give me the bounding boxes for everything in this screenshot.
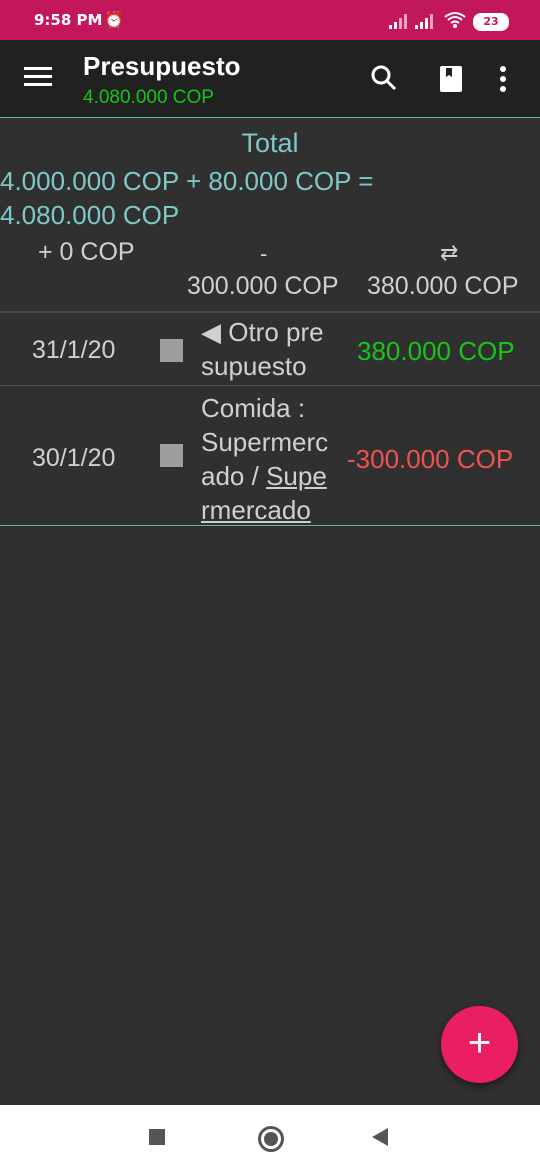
transaction-description: ◀ Otro pre supuesto: [201, 315, 324, 383]
summary-title: Total: [241, 128, 299, 158]
transaction-amount: 380.000 COP: [357, 336, 515, 366]
status-checkbox[interactable]: [160, 444, 183, 467]
more-options-icon[interactable]: [499, 65, 507, 93]
navigation-bar: [0, 1105, 540, 1170]
menu-icon: [24, 67, 52, 70]
transaction-date: 30/1/20: [32, 444, 116, 472]
add-transaction-button[interactable]: +: [441, 1006, 518, 1083]
alarm-icon: ⏰: [104, 10, 124, 29]
summary-formula: 4.000.000 COP + 80.000 COP =: [0, 166, 374, 196]
status-checkbox[interactable]: [160, 339, 183, 362]
transaction-date: 31/1/20: [32, 336, 116, 364]
recents-button[interactable]: [149, 1129, 165, 1145]
summary-income: + 0 COP: [38, 238, 135, 266]
summary-panel: Total 4.000.000 COP + 80.000 COP = 4.080…: [0, 118, 540, 313]
summary-transfers: 380.000 COP: [367, 272, 519, 300]
back-button[interactable]: [372, 1128, 388, 1146]
menu-button[interactable]: [24, 67, 52, 89]
transaction-row[interactable]: 31/1/20 ◀ Otro pre supuesto 380.000 COP: [0, 312, 540, 386]
home-button[interactable]: [258, 1126, 284, 1152]
payee-link[interactable]: Supe: [266, 461, 327, 491]
description-text: ado /: [201, 461, 267, 491]
book-icon[interactable]: [439, 65, 463, 93]
description-line: Comida :: [201, 393, 306, 423]
transfer-icon: ⇄: [440, 240, 459, 265]
minus-icon: -: [260, 241, 268, 266]
search-icon[interactable]: [370, 64, 398, 92]
battery-icon: 23: [473, 13, 509, 31]
app-bar: Presupuesto 4.080.000 COP: [0, 40, 540, 118]
page-subtitle-balance: 4.080.000 COP: [83, 87, 214, 108]
transaction-description: Comida : Supermerc ado / Supe rmercado: [201, 391, 328, 527]
status-bar: 9:58 PM ⏰ 23: [0, 0, 540, 40]
summary-expenses: 300.000 COP: [187, 272, 339, 300]
description-line: ◀ Otro pre: [201, 317, 324, 347]
description-line: supuesto: [201, 351, 307, 381]
signal-icon: [415, 14, 433, 29]
description-line: Supermerc: [201, 427, 329, 457]
transaction-amount: -300.000 COP: [347, 444, 514, 474]
payee-link[interactable]: rmercado: [201, 493, 328, 527]
description-line: ado / Supe: [201, 459, 328, 493]
transaction-row[interactable]: 30/1/20 Comida : Supermerc ado / Supe rm…: [0, 386, 540, 526]
wifi-icon: [444, 12, 466, 28]
page-title: Presupuesto: [83, 51, 241, 81]
status-time: 9:58 PM: [34, 11, 103, 29]
signal-icon: [389, 14, 407, 29]
summary-formula-result: 4.080.000 COP: [0, 200, 180, 230]
